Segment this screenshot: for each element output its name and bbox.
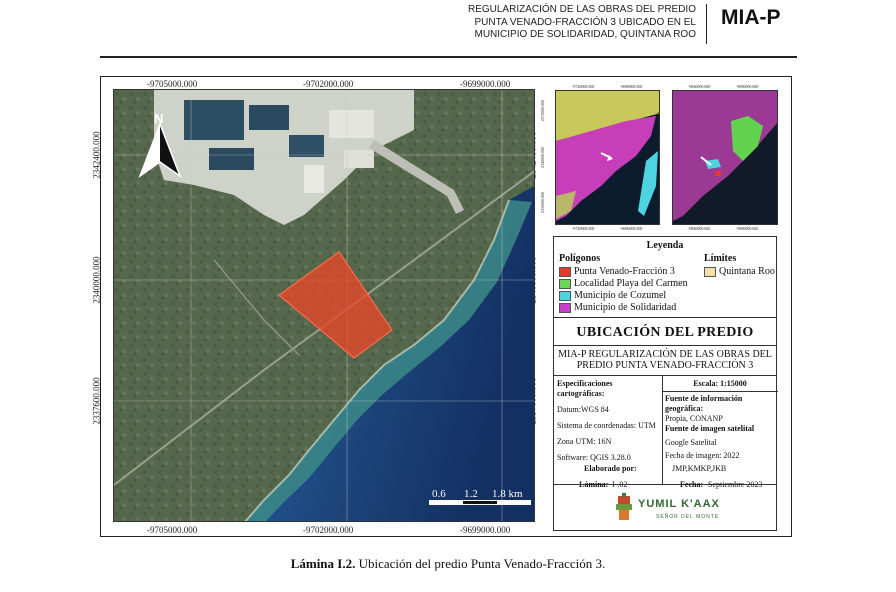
divider [554, 375, 776, 376]
swatch-playa [559, 278, 571, 289]
spec-zona: Zona UTM: 16N [557, 437, 612, 446]
image-date: Fecha de imagen: 2022 [665, 451, 740, 460]
specs-heading: cartográficas: [557, 389, 605, 398]
top-coord: -9705000.000 [147, 79, 198, 89]
scale-label: 1.8 km [492, 488, 523, 500]
sources-heading: Fuente de imagen satelital [665, 424, 755, 433]
legend-item-predio: Punta Venado-Fracción 3 [559, 266, 675, 277]
header-rule [100, 56, 797, 58]
inset-coord: -9690000.000 [736, 84, 759, 89]
left-coord: 2342400.000 [91, 131, 102, 179]
bottom-coord: -9702000.000 [303, 525, 354, 535]
legend-item-label: Punta Venado-Fracción 3 [574, 266, 675, 277]
sources-heading: geográfica: [665, 404, 704, 413]
scale-label: 1.2 [464, 488, 478, 500]
inset-coord: 2370000.000 [540, 100, 545, 121]
scale-label: 0.6 [432, 488, 446, 500]
logo-subtitle: SEÑOR DEL MONTE [656, 514, 720, 520]
source-info-value: Propia, CONANP [665, 414, 723, 423]
inset-coord: -9720000.000 [572, 226, 595, 231]
spec-datum: Datum:WGS 84 [557, 405, 609, 414]
satellite-map[interactable]: N 0.6 1.2 1.8 km [113, 89, 535, 522]
top-coord: -9702000.000 [303, 79, 354, 89]
project-name-line: PREDIO PUNTA VENADO-FRACCIÓN 3 [576, 360, 754, 371]
map-title: UBICACIÓN DEL PREDIO [576, 325, 754, 340]
document-title: REGULARIZACIÓN DE LAS OBRAS DEL PREDIO P… [430, 4, 696, 42]
legend-item-cozumel: Municipio de Cozumel [559, 290, 666, 301]
source-image-value: Google Satelital [665, 438, 717, 447]
figure-caption: Lámina I.2. Ubicación del predio Punta V… [0, 556, 896, 572]
legend-item-label: Quintana Roo [719, 266, 775, 277]
legend-limits-heading: Límites [704, 253, 737, 264]
specs-block: Especificaciones cartográficas: Datum:WG… [557, 379, 656, 463]
yumil-kaax-logo-icon [616, 493, 632, 520]
swatch-solidaridad [559, 302, 571, 313]
spec-sistema: Sistema de coordenadas: UTM [557, 421, 656, 430]
bottom-coord: -9705000.000 [147, 525, 198, 535]
sources-heading: Fuente de información [665, 394, 743, 403]
caption-text: Ubicación del predio Punta Venado-Fracci… [355, 556, 606, 571]
inset-coord: -9840000.000 [688, 226, 711, 231]
legend-item-quintana-roo: Quintana Roo [704, 266, 775, 277]
inset-coord: 2300000.000 [656, 182, 661, 203]
elaborado-label: Elaborado por: [584, 464, 637, 473]
inset-map-regional[interactable] [555, 90, 660, 225]
sources-block: Escala: 1:15000 Fuente de información ge… [662, 379, 778, 461]
specs-heading: Especificaciones [557, 379, 613, 388]
spec-escala: Escala: 1:15000 [693, 379, 747, 388]
divider [554, 317, 776, 318]
spec-software: Software: QGIS 3.28.0 [557, 453, 631, 462]
document-title-line: REGULARIZACIÓN DE LAS OBRAS DEL PREDIO [467, 4, 696, 15]
document-title-line: PUNTA VENADO-FRACCIÓN 3 UBICADO EN EL [474, 16, 696, 28]
caption-label: Lámina I.2. [290, 556, 356, 571]
inset-map-local-graphic [673, 91, 777, 224]
lamina-value: I-.02 [612, 480, 628, 489]
north-label: N [154, 111, 164, 126]
legend-item-label: Municipio de Cozumel [574, 290, 667, 301]
left-coord: 2337600.000 [91, 377, 102, 425]
inset-coord: 2340000.000 [540, 147, 545, 168]
document-code: MIA-P [721, 6, 781, 29]
legend-panel: Leyenda Polígonos Límites Punta Venado-F… [553, 236, 778, 531]
fecha-label: Fecha: [680, 480, 704, 489]
divider [662, 391, 778, 392]
project-name: MIA-P REGULARIZACIÓN DE LAS OBRAS DEL PR… [554, 349, 776, 371]
legend-title: Leyenda [646, 240, 684, 251]
inset-coord: -9720000.000 [572, 84, 595, 89]
inset-map-local[interactable] [672, 90, 778, 225]
header-divider [706, 4, 707, 44]
inset-coord: 2450000.000 [656, 112, 661, 133]
legend-item-playa: Localidad Playa del Carmen [559, 278, 688, 289]
legend-polygons-heading: Polígonos [559, 253, 601, 264]
lamina-label: Lámina: [579, 480, 609, 489]
inset-map-regional-graphic [556, 91, 659, 224]
bottom-coord: -9699000.000 [460, 525, 511, 535]
legend-item-label: Localidad Playa del Carmen [574, 278, 688, 289]
inset-coord: -9690000.000 [736, 226, 759, 231]
inset-coord: -9690000.000 [620, 84, 643, 89]
top-coord: -9699000.000 [460, 79, 511, 89]
elaborado-value: JMP,KMKP,JKB [672, 464, 727, 473]
legend-item-solidaridad: Municipio de Solidaridad [559, 302, 676, 313]
fecha-value: Septiembre 2023 [708, 480, 763, 489]
inset-coord: -9840000.000 [688, 84, 711, 89]
scale-bar [429, 500, 531, 505]
legend-item-label: Municipio de Solidaridad [574, 302, 677, 313]
project-name-line: MIA-P REGULARIZACIÓN DE LAS OBRAS DEL [558, 349, 772, 360]
swatch-quintana-roo [704, 266, 716, 277]
left-coord: 2340000.000 [91, 256, 102, 304]
divider [554, 345, 776, 346]
document-title-line: MUNICIPIO DE SOLIDARIDAD, QUINTANA ROO [474, 29, 696, 40]
logo-name: YUMIL K'AAX [638, 498, 720, 510]
swatch-predio [559, 266, 571, 277]
swatch-cozumel [559, 290, 571, 301]
inset-coord: 2310000.000 [540, 192, 545, 213]
inset-coord: -9690000.000 [620, 226, 643, 231]
